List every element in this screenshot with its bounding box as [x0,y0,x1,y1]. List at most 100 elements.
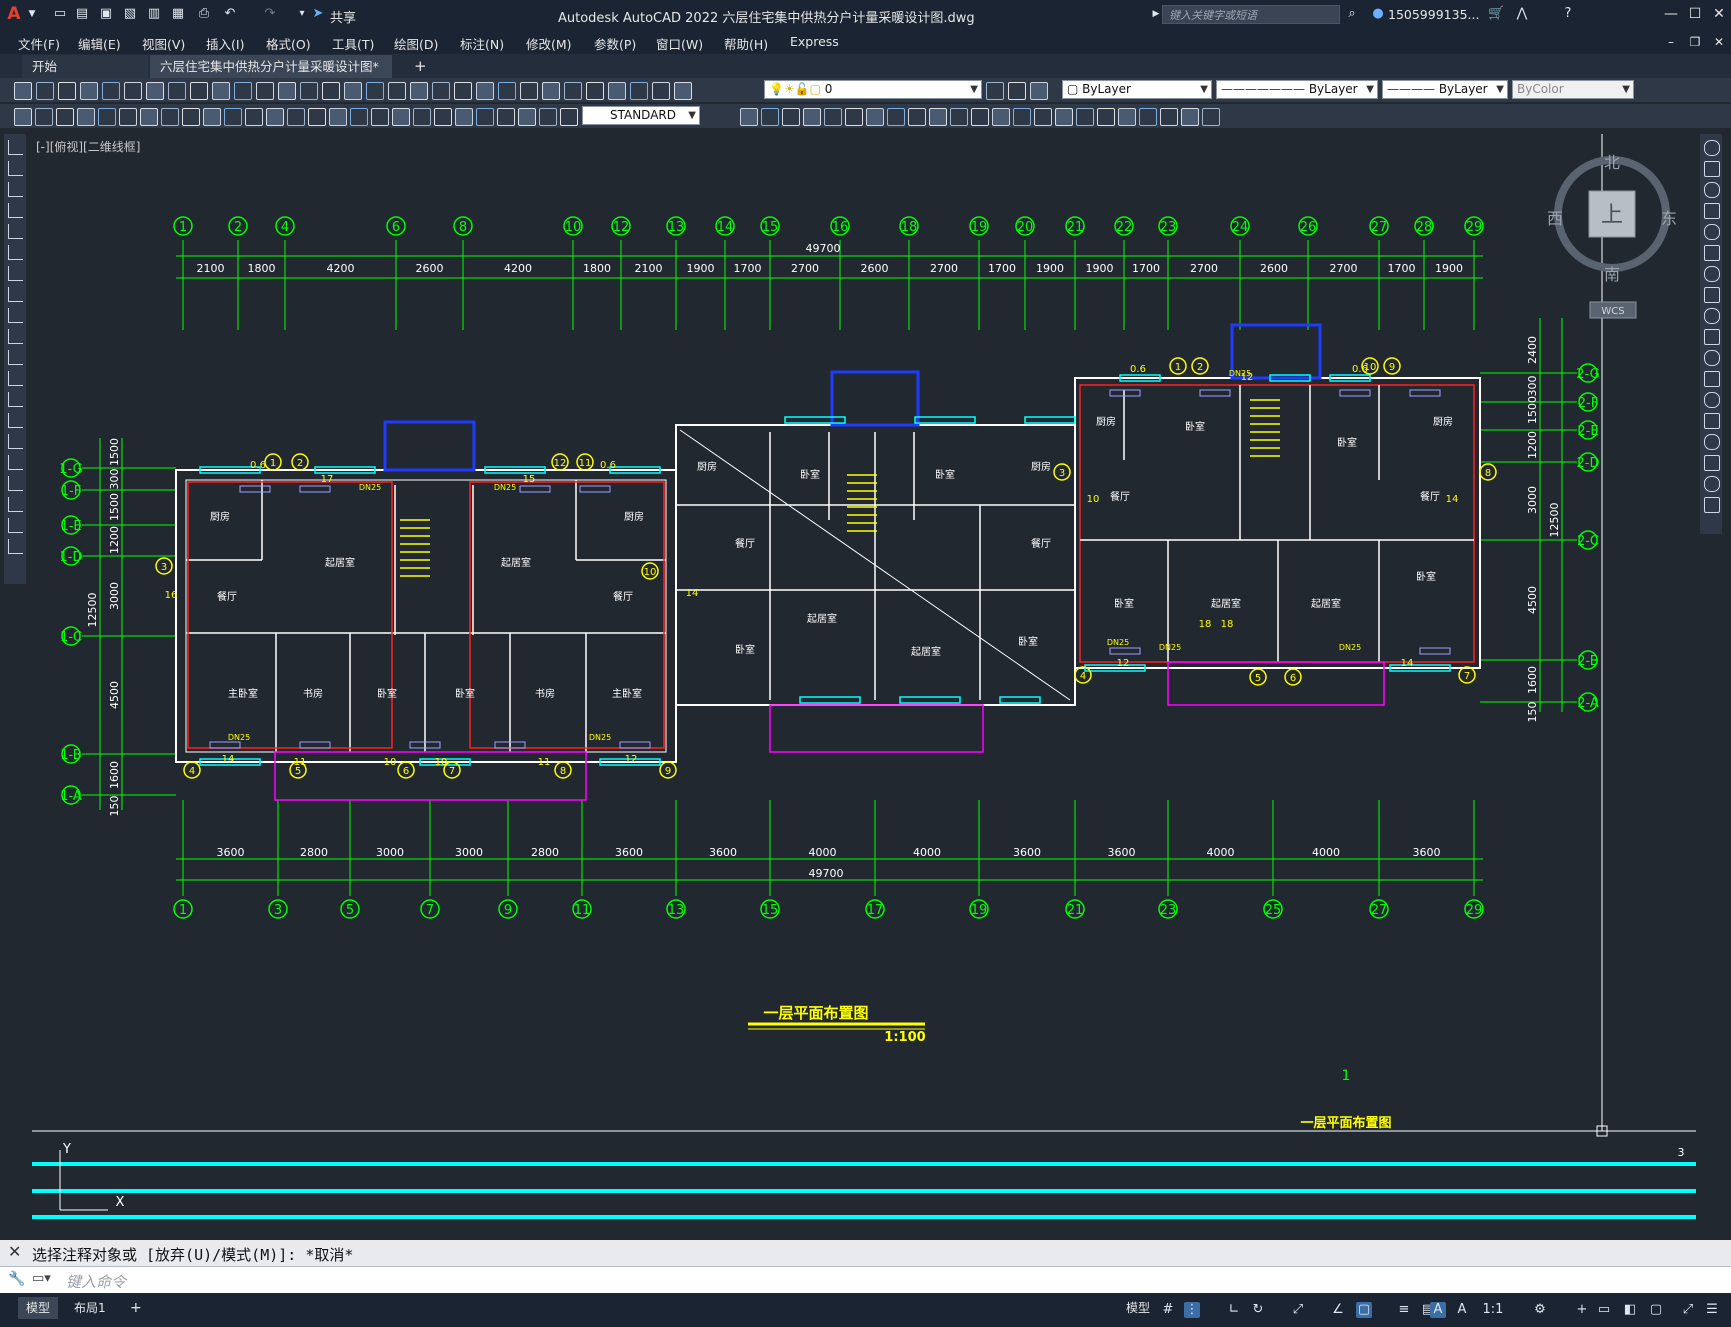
draw-dim-tool-icon[interactable] [887,108,905,126]
standard-tool-icon[interactable] [674,82,692,100]
undo-icon[interactable]: ↶ [222,6,238,22]
draw-dim-tool-icon[interactable] [803,108,821,126]
draw-dim-tool-icon[interactable] [77,108,95,126]
draw-dim-tool-icon[interactable] [971,108,989,126]
draw-tool-icon[interactable] [8,455,23,470]
osnap-tracking-icon[interactable]: ∠ [1330,1302,1346,1318]
standard-tool-icon[interactable] [344,82,362,100]
redo-icon[interactable]: ↷ [262,6,278,22]
command-line[interactable]: 🔧 ▭▾ 键入命令 [0,1266,1731,1293]
autodesk-app-icon[interactable]: ⋀ [1514,6,1530,22]
draw-dim-tool-icon[interactable] [950,108,968,126]
add-layout-button[interactable]: + [122,1297,150,1319]
draw-dim-tool-icon[interactable] [329,108,347,126]
draw-tool-icon[interactable] [8,392,23,407]
draw-tool-icon[interactable] [8,224,23,239]
draw-dim-tool-icon[interactable] [1055,108,1073,126]
draw-dim-tool-icon[interactable] [98,108,116,126]
draw-tool-icon[interactable] [8,518,23,533]
model-space-button[interactable]: 模型 [1118,1297,1158,1319]
standard-tool-icon[interactable] [542,82,560,100]
modify-tool-icon[interactable] [1704,287,1720,303]
draw-dim-tool-icon[interactable] [476,108,494,126]
draw-dim-tool-icon[interactable] [56,108,74,126]
standard-tool-icon[interactable] [366,82,384,100]
menu-dimension[interactable]: 标注(N) [460,34,504,53]
doc-restore-icon[interactable]: ❐ [1684,32,1706,52]
draw-tool-icon[interactable] [8,245,23,260]
user-account[interactable]: 1505999135... [1388,7,1479,22]
tab-active-drawing[interactable]: 六层住宅集中供热分户计量采暖设计图* × [150,55,392,97]
search-input[interactable]: 键入关键字或短语 [1162,5,1340,24]
tab-model[interactable]: 模型 [18,1297,59,1319]
standard-tool-icon[interactable] [124,82,142,100]
isodraft-icon[interactable]: ⤢ [1290,1302,1306,1318]
standard-tool-icon[interactable] [986,82,1004,100]
standard-tool-icon[interactable] [36,82,54,100]
annotation-visibility-icon[interactable]: A [1430,1302,1446,1318]
share-button[interactable]: 共享 [330,7,356,26]
draw-dim-tool-icon[interactable] [866,108,884,126]
draw-dim-tool-icon[interactable] [203,108,221,126]
grid-icon[interactable]: # [1160,1302,1176,1318]
standard-tool-icon[interactable] [190,82,208,100]
draw-tool-icon[interactable] [8,203,23,218]
draw-tool-icon[interactable] [8,308,23,323]
draw-tool-icon[interactable] [8,140,23,155]
modify-tool-icon[interactable] [1704,245,1720,261]
isolate-icon[interactable]: ▭ [1596,1302,1612,1318]
modify-tool-icon[interactable] [1704,350,1720,366]
standard-tool-icon[interactable] [168,82,186,100]
customize-menu-icon[interactable]: ☰ [1704,1302,1720,1318]
draw-dim-tool-icon[interactable] [392,108,410,126]
draw-dim-tool-icon[interactable] [782,108,800,126]
draw-dim-tool-icon[interactable] [824,108,842,126]
draw-dim-tool-icon[interactable] [287,108,305,126]
draw-dim-tool-icon[interactable] [119,108,137,126]
lineweight-dropdown[interactable]: ———— ByLayer ▼ [1382,80,1508,99]
snap-icon[interactable]: ⋮ [1184,1302,1200,1318]
wrench-icon[interactable]: 🔧 [8,1271,25,1287]
command-prompt-icon[interactable]: ▭▾ [32,1271,51,1286]
customize-qat-icon[interactable]: ▾ [294,6,310,22]
open-file-icon[interactable]: ▤ [74,6,90,22]
search-icon[interactable]: ⌕ [1344,6,1360,22]
plus-icon[interactable]: + [1574,1302,1590,1318]
doc-close-icon[interactable]: ✕ [1708,32,1730,52]
object-snap-icon[interactable]: ▢ [1356,1302,1372,1318]
tab-start[interactable]: 开始 [22,55,148,78]
close-icon[interactable]: ✕ [1708,4,1730,24]
draw-dim-tool-icon[interactable] [182,108,200,126]
standard-tool-icon[interactable] [586,82,604,100]
save-icon[interactable]: ▣ [98,6,114,22]
draw-dim-tool-icon[interactable] [1160,108,1178,126]
modify-tool-icon[interactable] [1704,182,1720,198]
draw-dim-tool-icon[interactable] [497,108,515,126]
linetype-dropdown[interactable]: ——————— ByLayer ▼ [1216,80,1378,99]
draw-dim-tool-icon[interactable] [1076,108,1094,126]
modify-tool-icon[interactable] [1704,455,1720,471]
draw-dim-tool-icon[interactable] [1097,108,1115,126]
standard-tool-icon[interactable] [630,82,648,100]
textstyle-dropdown[interactable]: STANDARD ▼ [582,106,700,125]
draw-dim-tool-icon[interactable] [14,108,32,126]
standard-tool-icon[interactable] [146,82,164,100]
web-save-icon[interactable]: ▦ [170,6,186,22]
cart-icon[interactable]: 🛒 [1488,6,1504,22]
standard-tool-icon[interactable] [212,82,230,100]
save-as-icon[interactable]: ▧ [122,6,138,22]
menu-help[interactable]: 帮助(H) [724,34,768,53]
draw-dim-tool-icon[interactable] [35,108,53,126]
menu-view[interactable]: 视图(V) [142,34,185,53]
close-icon[interactable]: ✕ [8,1242,21,1261]
draw-tool-icon[interactable] [8,371,23,386]
tab-layout1[interactable]: 布局1 [66,1297,114,1319]
modify-tool-icon[interactable] [1704,329,1720,345]
drawing-canvas[interactable]: 1 2 4 6 8 10 12 13 14 15 16 18 19 20 21 22 23 24 26 27 28 29 4… [32,134,1696,1234]
draw-dim-tool-icon[interactable] [1034,108,1052,126]
web-open-icon[interactable]: ▥ [146,6,162,22]
menu-insert[interactable]: 插入(I) [206,34,244,53]
standard-tool-icon[interactable] [1008,82,1026,100]
draw-dim-tool-icon[interactable] [308,108,326,126]
draw-dim-tool-icon[interactable] [224,108,242,126]
